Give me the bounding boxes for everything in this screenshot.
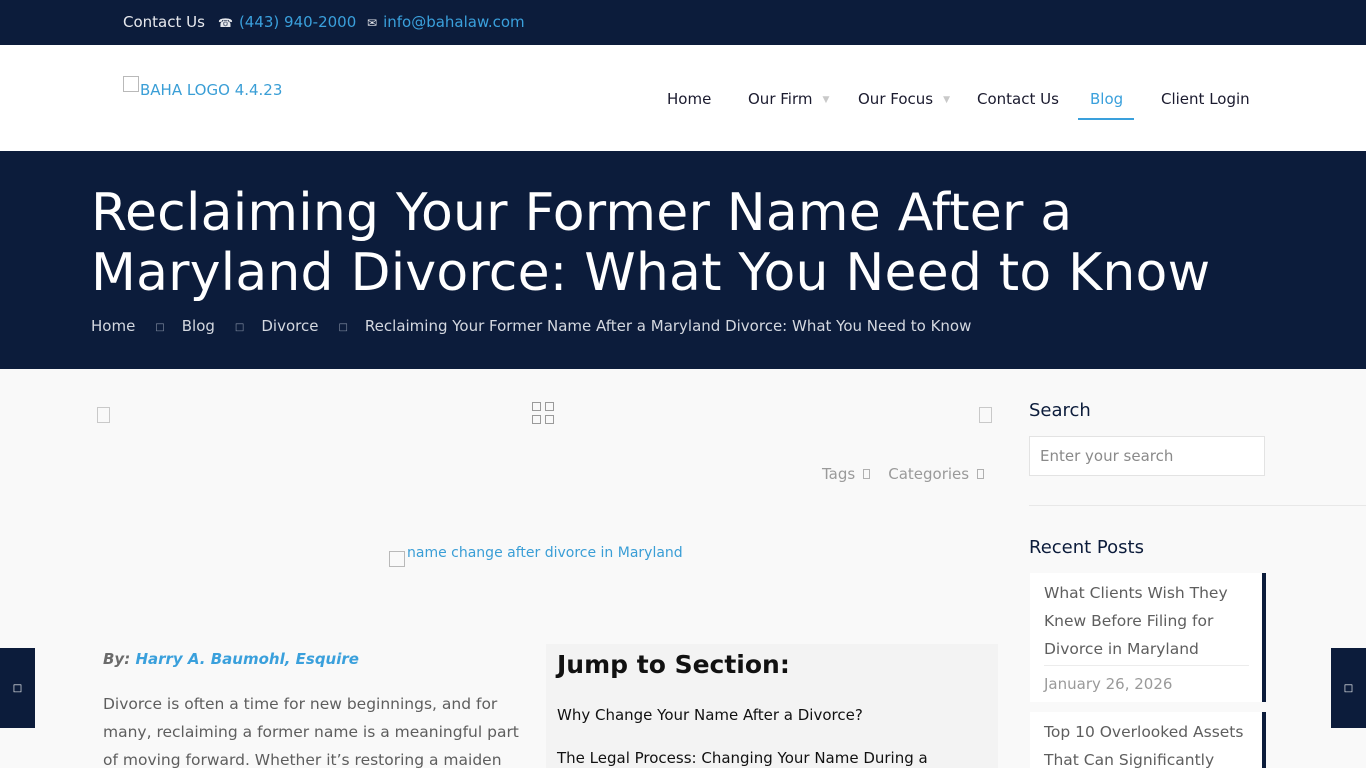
nav-our-focus[interactable]: Our Focus ▼ bbox=[858, 90, 950, 108]
next-post-icon[interactable] bbox=[979, 407, 992, 423]
phone-number[interactable]: (443) 940-2000 bbox=[239, 13, 356, 31]
active-nav-indicator bbox=[1078, 118, 1134, 120]
page-hero: Reclaiming Your Former Name After a Mary… bbox=[0, 151, 1366, 369]
chevron-down-icon: ▼ bbox=[943, 95, 951, 105]
email-address[interactable]: info@bahalaw.com bbox=[383, 13, 525, 31]
logo-alt-text[interactable]: BAHA LOGO 4.4.23 bbox=[140, 81, 282, 99]
phone-link[interactable]: ☎ (443) 940-2000 bbox=[218, 13, 356, 31]
jump-title: Jump to Section: bbox=[557, 650, 790, 679]
breadcrumb: Home □ Blog □ Divorce □ Reclaiming Your Former… bbox=[91, 317, 971, 335]
previous-post-icon[interactable] bbox=[97, 407, 110, 423]
recent-post-date: January 26, 2026 bbox=[1044, 675, 1173, 693]
nav-home[interactable]: Home bbox=[667, 90, 711, 108]
breadcrumb-separator-icon: □ bbox=[338, 322, 348, 333]
next-post-arrow[interactable]: □ bbox=[1331, 648, 1366, 728]
prev-post-arrow[interactable]: □ bbox=[0, 648, 35, 728]
breadcrumb-blog[interactable]: Blog bbox=[182, 317, 215, 335]
top-bar: Contact Us ☎ (443) 940-2000 ✉ info@bahalaw… bbox=[0, 0, 1366, 45]
folder-icon bbox=[977, 469, 985, 479]
phone-icon: ☎ bbox=[218, 16, 233, 30]
recent-post-card[interactable]: What Clients Wish They Knew Before Filin… bbox=[1030, 573, 1266, 702]
contact-label: Contact Us bbox=[123, 13, 205, 31]
jump-to-section-box: Jump to Section: Why Change Your Name Af… bbox=[546, 644, 998, 768]
jump-link[interactable]: Why Change Your Name After a Divorce? bbox=[557, 706, 863, 724]
search-heading: Search bbox=[1029, 400, 1091, 421]
breadcrumb-current: Reclaiming Your Former Name After a Mary… bbox=[364, 317, 972, 335]
breadcrumb-separator-icon: □ bbox=[234, 322, 245, 333]
nav-our-firm-label[interactable]: Our Firm bbox=[748, 90, 812, 108]
all-posts-grid-icon[interactable] bbox=[532, 402, 554, 424]
nav-blog[interactable]: Blog bbox=[1090, 90, 1123, 108]
categories-link[interactable]: Categories bbox=[888, 465, 969, 483]
recent-post-title[interactable]: Top 10 Overlooked Assets That Can Signif… bbox=[1044, 718, 1249, 768]
jump-link[interactable]: The Legal Process: Changing Your Name Du… bbox=[557, 749, 928, 767]
recent-posts-heading: Recent Posts bbox=[1029, 537, 1144, 558]
sidebar-divider bbox=[1029, 505, 1366, 506]
nav-our-focus-label[interactable]: Our Focus bbox=[858, 90, 933, 108]
tags-link[interactable]: Tags bbox=[822, 465, 855, 483]
site-header: BAHA LOGO 4.4.23 Home Our Firm ▼ Our Focu… bbox=[0, 45, 1366, 151]
featured-image: name change after divorce in Maryland bbox=[389, 545, 683, 567]
author-link[interactable]: Harry A. Baumohl, Esquire bbox=[135, 650, 359, 668]
post-intro: Divorce is often a time for new beginnin… bbox=[103, 695, 519, 768]
arrow-left-icon: □ bbox=[12, 682, 23, 694]
email-link[interactable]: ✉ info@bahalaw.com bbox=[367, 13, 525, 31]
broken-image-icon bbox=[123, 76, 139, 92]
nav-our-firm[interactable]: Our Firm ▼ bbox=[748, 90, 829, 108]
recent-post-card[interactable]: Top 10 Overlooked Assets That Can Signif… bbox=[1030, 712, 1266, 768]
site-logo[interactable]: BAHA LOGO 4.4.23 bbox=[123, 76, 282, 99]
post-meta-links: Tags Categories bbox=[822, 465, 985, 483]
arrow-right-icon: □ bbox=[1343, 682, 1354, 694]
broken-image-icon bbox=[389, 551, 405, 567]
breadcrumb-separator-icon: □ bbox=[155, 322, 165, 333]
tag-icon bbox=[863, 469, 871, 479]
search-input[interactable] bbox=[1029, 436, 1265, 476]
post-byline: By: Harry A. Baumohl, Esquire bbox=[103, 650, 359, 668]
nav-contact-us[interactable]: Contact Us bbox=[977, 90, 1059, 108]
nav-client-login[interactable]: Client Login bbox=[1161, 90, 1250, 108]
envelope-icon: ✉ bbox=[367, 16, 378, 30]
featured-image-alt: name change after divorce in Maryland bbox=[407, 545, 683, 561]
chevron-down-icon: ▼ bbox=[822, 95, 830, 105]
by-label: By: bbox=[103, 650, 131, 668]
page-title: Reclaiming Your Former Name After a Mary… bbox=[91, 183, 1211, 303]
breadcrumb-home[interactable]: Home bbox=[91, 317, 135, 335]
breadcrumb-divorce[interactable]: Divorce bbox=[261, 317, 318, 335]
recent-post-title[interactable]: What Clients Wish They Knew Before Filin… bbox=[1044, 579, 1249, 663]
card-divider bbox=[1044, 665, 1249, 666]
